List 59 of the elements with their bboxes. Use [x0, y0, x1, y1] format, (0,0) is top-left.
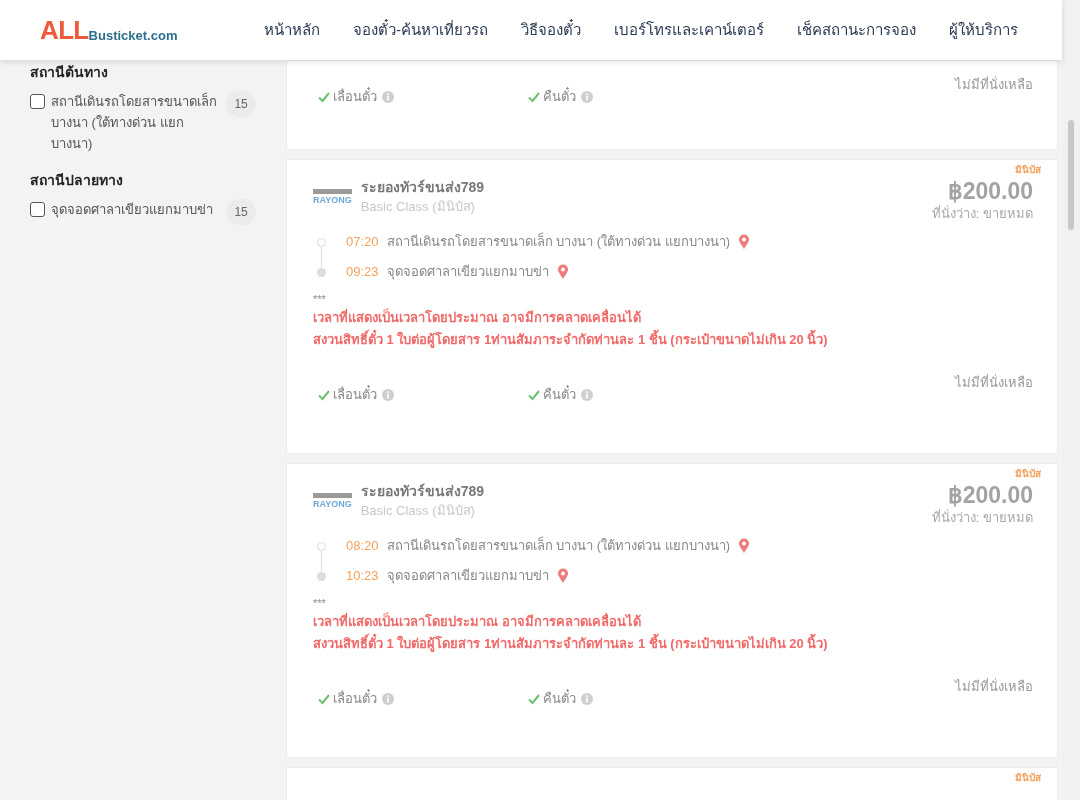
feature-label: คืนตั๋ว — [543, 689, 576, 708]
ticket-price: ฿200.00 — [947, 177, 1033, 205]
info-icon[interactable] — [382, 388, 394, 401]
seats-available: ที่นั่งว่าง: ขายหมด — [931, 205, 1033, 223]
operator-name: ระยองทัวร์ขนส่ง789 — [360, 482, 485, 501]
nav-link[interactable]: เช็คสถานะการจอง — [797, 18, 916, 42]
count-badge: 15 — [226, 199, 256, 225]
bus-type-tag: มินิบัส — [1015, 770, 1041, 785]
nav-link[interactable]: วิธีจองตั๋ว — [521, 18, 581, 42]
availability-status: ไม่มีที่นั่งเหลือ — [955, 75, 1033, 94]
filter-heading: สถานีต้นทาง — [30, 63, 109, 82]
stop-time: 10:23 — [346, 567, 379, 586]
map-pin-icon[interactable] — [556, 568, 569, 584]
note-marker: *** — [313, 596, 327, 611]
trip-note: สงวนสิทธิ์ตั๋ว 1 ใบต่อผู้โดยสาร 1ท่านสัมภาระจำกัดท่านละ 1 ชิ้น (กระเป๋าขนาดไม่เกิน 20 นิ้ว) — [313, 633, 1031, 655]
availability-status: ไม่มีที่นั่งเหลือ — [955, 373, 1033, 392]
filter-checkbox[interactable] — [30, 202, 45, 217]
info-icon[interactable] — [581, 692, 593, 705]
feature-label: เลื่อนตั๋ว — [333, 385, 377, 404]
bus-type-tag: มินิบัส — [1015, 162, 1041, 177]
map-pin-icon[interactable] — [556, 264, 569, 280]
feature-label: เลื่อนตั๋ว — [333, 689, 377, 708]
filter-heading: สถานีปลายทาง — [30, 171, 124, 190]
availability-status: ไม่มีที่นั่งเหลือ — [955, 677, 1033, 696]
operator-logo: RAYONG — [313, 189, 352, 206]
map-pin-icon[interactable] — [738, 234, 751, 250]
stop-time: 07:20 — [346, 233, 379, 252]
ticket-price: ฿200.00 — [947, 481, 1033, 509]
stop-location: สถานีเดินรถโดยสารขนาดเล็ก บางนา (ใต้ทางด่วน แยกบางนา) — [386, 536, 731, 556]
info-icon[interactable] — [382, 692, 394, 705]
feature-label: เลื่อนตั๋ว — [333, 87, 377, 106]
note-marker: *** — [313, 292, 327, 307]
nav-link[interactable]: ผู้ให้บริการ — [949, 18, 1018, 42]
info-icon[interactable] — [382, 90, 394, 103]
stop-location: สถานีเดินรถโดยสารขนาดเล็ก บางนา (ใต้ทางด่วน แยกบางนา) — [386, 232, 731, 252]
logo-domain-text[interactable]: Busticket.com — [88, 29, 178, 42]
stop-time: 08:20 — [346, 537, 379, 556]
filter-option-label[interactable]: สถานีเดินรถโดยสารขนาดเล็ก บางนา (ใต้ทางด่วน แยกบางนา) — [51, 91, 221, 154]
nav-link[interactable]: หน้าหลัก — [264, 18, 320, 42]
operator-name: ระยองทัวร์ขนส่ง789 — [360, 178, 485, 197]
trip-note: เวลาที่แสดงเป็นเวลาโดยประมาณ อาจมีการคลาดเคลื่อนได้ — [313, 307, 642, 327]
seats-available: ที่นั่งว่าง: ขายหมด — [931, 509, 1033, 527]
filter-option-label[interactable]: จุดจอดศาลาเขียวแยกมาบข่า — [51, 199, 221, 220]
map-pin-icon[interactable] — [738, 538, 751, 554]
bus-type-tag: มินิบัส — [1015, 466, 1041, 481]
count-badge: 15 — [226, 91, 256, 117]
stop-time: 09:23 — [346, 263, 379, 282]
nav-link[interactable]: เบอร์โทรและเคาน์เตอร์ — [614, 18, 764, 42]
filter-checkbox[interactable] — [30, 94, 45, 109]
feature-label: คืนตั๋ว — [543, 87, 576, 106]
trip-note: สงวนสิทธิ์ตั๋ว 1 ใบต่อผู้โดยสาร 1ท่านสัมภาระจำกัดท่านละ 1 ชิ้น (กระเป๋าขนาดไม่เกิน 20 นิ้ว) — [313, 329, 1031, 351]
operator-logo: RAYONG — [313, 493, 352, 510]
feature-label: คืนตั๋ว — [543, 385, 576, 404]
info-icon[interactable] — [581, 388, 593, 401]
info-icon[interactable] — [581, 90, 593, 103]
stop-location: จุดจอดศาลาเขียวแยกมาบข่า — [386, 263, 549, 282]
trip-note: เวลาที่แสดงเป็นเวลาโดยประมาณ อาจมีการคลาดเคลื่อนได้ — [313, 611, 642, 631]
stop-location: จุดจอดศาลาเขียวแยกมาบข่า — [386, 567, 549, 586]
nav-link[interactable]: จองตั๋ว-ค้นหาเที่ยวรถ — [353, 18, 488, 42]
